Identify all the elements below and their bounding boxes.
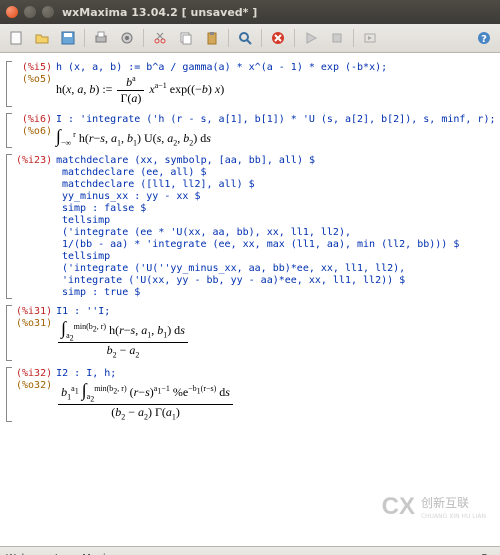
minimize-button[interactable]	[24, 6, 36, 18]
input-code[interactable]: yy_minus_xx : yy - xx $	[62, 191, 200, 202]
cell-31: (%i31) I1 : ''I; (%o31) ∫a2min(b2, r) h(…	[4, 303, 496, 362]
input-code[interactable]: simp : true $	[62, 287, 140, 298]
input-code[interactable]: tellsimp	[62, 251, 110, 262]
input-label: (%i5)	[16, 62, 52, 73]
cell-5: (%i5) h (x, a, b) := b^a / gamma(a) * x^…	[4, 59, 496, 109]
cell-bracket[interactable]	[4, 59, 14, 109]
input-code[interactable]: matchdeclare (xx, symbolp, [aa, bb], all…	[56, 155, 315, 166]
output-label: (%o31)	[16, 318, 52, 329]
cell-23: (%i23) matchdeclare (xx, symbolp, [aa, bb…	[4, 152, 496, 301]
input-code[interactable]: ('integrate (ee * 'U(xx, aa, bb), xx, ll…	[62, 227, 351, 238]
input-code[interactable]: matchdeclare (ee, all) $	[62, 167, 207, 178]
input-code[interactable]: 1/(bb - aa) * 'integrate (ee, xx, max (l…	[62, 239, 459, 250]
print-button[interactable]	[89, 26, 113, 50]
svg-text:?: ?	[481, 34, 487, 45]
cell-bracket[interactable]	[4, 152, 14, 301]
input-label: (%i23)	[16, 155, 52, 166]
output-label: (%o5)	[16, 74, 52, 85]
cell-32: (%i32) I2 : I, h; (%o32) b1a1 ∫a2min(b2,…	[4, 365, 496, 424]
input-code[interactable]: 'integrate ('U(xx, yy - bb, yy - aa)*ee,…	[62, 275, 405, 286]
cell-6: (%i6) I : 'integrate ('h (r - s, a[1], b…	[4, 111, 496, 150]
window-title: wxMaxima 13.04.2 [ unsaved* ]	[62, 6, 257, 19]
window-controls	[6, 6, 54, 18]
titlebar: wxMaxima 13.04.2 [ unsaved* ]	[0, 0, 500, 24]
run-button[interactable]	[299, 26, 323, 50]
input-code[interactable]: matchdeclare ([ll1, ll2], all) $	[62, 179, 255, 190]
output-math: ∫a2min(b2, r) h(r−s, a1, b1) dsb2 − a2	[56, 318, 190, 359]
input-code[interactable]: I2 : I, h;	[56, 368, 116, 379]
config-button[interactable]	[115, 26, 139, 50]
output-math: b1a1 ∫a2min(b2, r) (r−s)a1−1 %e−b1(r−s) …	[56, 380, 235, 421]
output-label: (%o6)	[16, 126, 52, 137]
output-label: (%o32)	[16, 380, 52, 391]
input-label: (%i31)	[16, 306, 52, 317]
help-button[interactable]: ?	[472, 26, 496, 50]
find-button[interactable]	[233, 26, 257, 50]
cell-bracket[interactable]	[4, 365, 14, 424]
input-code[interactable]: tellsimp	[62, 215, 110, 226]
stop-button[interactable]	[266, 26, 290, 50]
output-math: h(x, a, b) := baΓ(a) xa−1 exp((−b) x)	[56, 74, 224, 106]
maximize-button[interactable]	[42, 6, 54, 18]
input-label: (%i6)	[16, 114, 52, 125]
open-button[interactable]	[30, 26, 54, 50]
save-button[interactable]	[56, 26, 80, 50]
input-code[interactable]: h (x, a, b) := b^a / gamma(a) * x^(a - 1…	[56, 62, 387, 73]
output-math: ∫−∞ r h(r−s, a1, b1) U(s, a2, b2) ds	[56, 126, 211, 147]
statusbar: Welcome to wxMaxima Re	[0, 546, 500, 555]
cut-button[interactable]	[148, 26, 172, 50]
input-label: (%i32)	[16, 368, 52, 379]
copy-button[interactable]	[174, 26, 198, 50]
interrupt-button[interactable]	[325, 26, 349, 50]
new-button[interactable]	[4, 26, 28, 50]
input-code[interactable]: I1 : ''I;	[56, 306, 110, 317]
animate-button[interactable]	[358, 26, 382, 50]
input-code[interactable]: I : 'integrate ('h (r - s, a[1], b[1]) *…	[56, 114, 496, 125]
input-code[interactable]: simp : false $	[62, 203, 146, 214]
toolbar: ?	[0, 24, 500, 53]
cell-bracket[interactable]	[4, 111, 14, 150]
cell-bracket[interactable]	[4, 303, 14, 362]
close-button[interactable]	[6, 6, 18, 18]
paste-button[interactable]	[200, 26, 224, 50]
worksheet[interactable]: (%i5) h (x, a, b) := b^a / gamma(a) * x^…	[0, 53, 500, 546]
input-code[interactable]: ('integrate ('U(''yy_minus_xx, aa, bb)*e…	[62, 263, 405, 274]
